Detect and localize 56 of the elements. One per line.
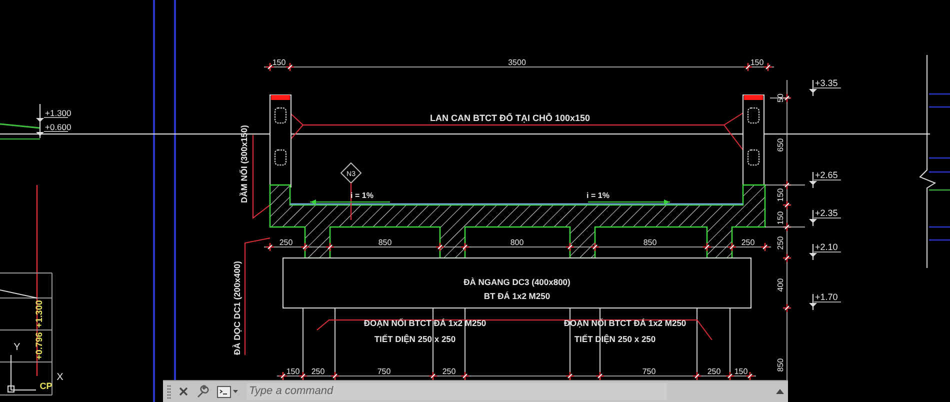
railing-label: LAN CAN BTCT ĐỔ TẠI CHỖ 100x150	[430, 113, 590, 123]
dimension-text: 800	[510, 238, 524, 247]
elevation-marker	[809, 172, 842, 188]
dimension-text: 150	[750, 58, 764, 67]
side-label: DẦM NỐI (300x150)	[239, 125, 249, 203]
cross-beam-label: BT ĐÁ 1x2 M250	[484, 291, 550, 301]
dimension-text: 150	[272, 58, 286, 67]
dimension-text: 50	[776, 94, 785, 102]
command-input[interactable]: Type a command	[247, 383, 667, 400]
slope-label: i = 1%	[350, 191, 374, 200]
slope-label: i = 1%	[586, 191, 610, 200]
connector-section: TIẾT DIỆN 250 x 250	[374, 334, 456, 344]
cross-beam-label: ĐÀ NGANG DC3 (400x800)	[464, 277, 570, 287]
dimension-text: 250	[707, 367, 721, 376]
grip-icon[interactable]	[167, 384, 171, 398]
section-tag	[340, 162, 362, 220]
up-arrow-icon[interactable]	[776, 389, 784, 394]
axis-label: Y	[14, 342, 20, 353]
dimension-text: 250	[279, 238, 293, 247]
dimension-text: 150	[286, 367, 300, 376]
dimension-text: 250	[776, 236, 785, 250]
elevation-marker	[809, 210, 842, 226]
dimension-text: 850	[378, 238, 392, 247]
command-line-bar[interactable]: Type a command	[163, 380, 788, 402]
dimension-text: 650	[776, 138, 785, 152]
dimension-text: 250	[741, 238, 755, 247]
dimension-text: 750	[377, 367, 391, 376]
close-icon[interactable]	[179, 387, 188, 396]
elevation-label: +0.600	[45, 122, 72, 132]
elevation-label: +2.10	[815, 242, 838, 252]
dimension-text: 250	[311, 367, 325, 376]
axis-label: X	[56, 372, 64, 383]
elevation-marker	[809, 294, 842, 310]
connector-label: ĐOẠN NỐI BTCT ĐÁ 1x2 M250	[364, 318, 486, 328]
terminal-icon[interactable]	[217, 386, 239, 398]
elevation-label: +1.70	[815, 292, 838, 302]
elevation-label: +2.35	[815, 208, 838, 218]
dimension-text: 250	[442, 367, 456, 376]
dimension-text: 150	[776, 188, 785, 202]
level-value: +1.300	[34, 300, 44, 328]
slope-line-drawing	[0, 123, 40, 140]
dimension-text: 400	[776, 278, 785, 292]
dimension-text: 850	[643, 238, 657, 247]
elevation-label: +1.300	[45, 108, 72, 118]
dimension-text: 750	[642, 367, 656, 376]
dimension-text: 3500	[508, 58, 526, 67]
elevation-marker	[809, 244, 842, 260]
elevation-marker	[809, 80, 842, 96]
level-value: +0.796	[34, 332, 44, 360]
elevation-label: +3.35	[815, 78, 838, 88]
dimension-text: 150	[734, 367, 748, 376]
elevation-label: +2.65	[815, 170, 838, 180]
ucs-axis-icon	[8, 354, 36, 392]
side-label: ĐÀ DỌC DC1 (200x400)	[232, 261, 242, 355]
dimension-text: 850	[776, 358, 785, 372]
dimension-text: 150	[776, 211, 785, 225]
